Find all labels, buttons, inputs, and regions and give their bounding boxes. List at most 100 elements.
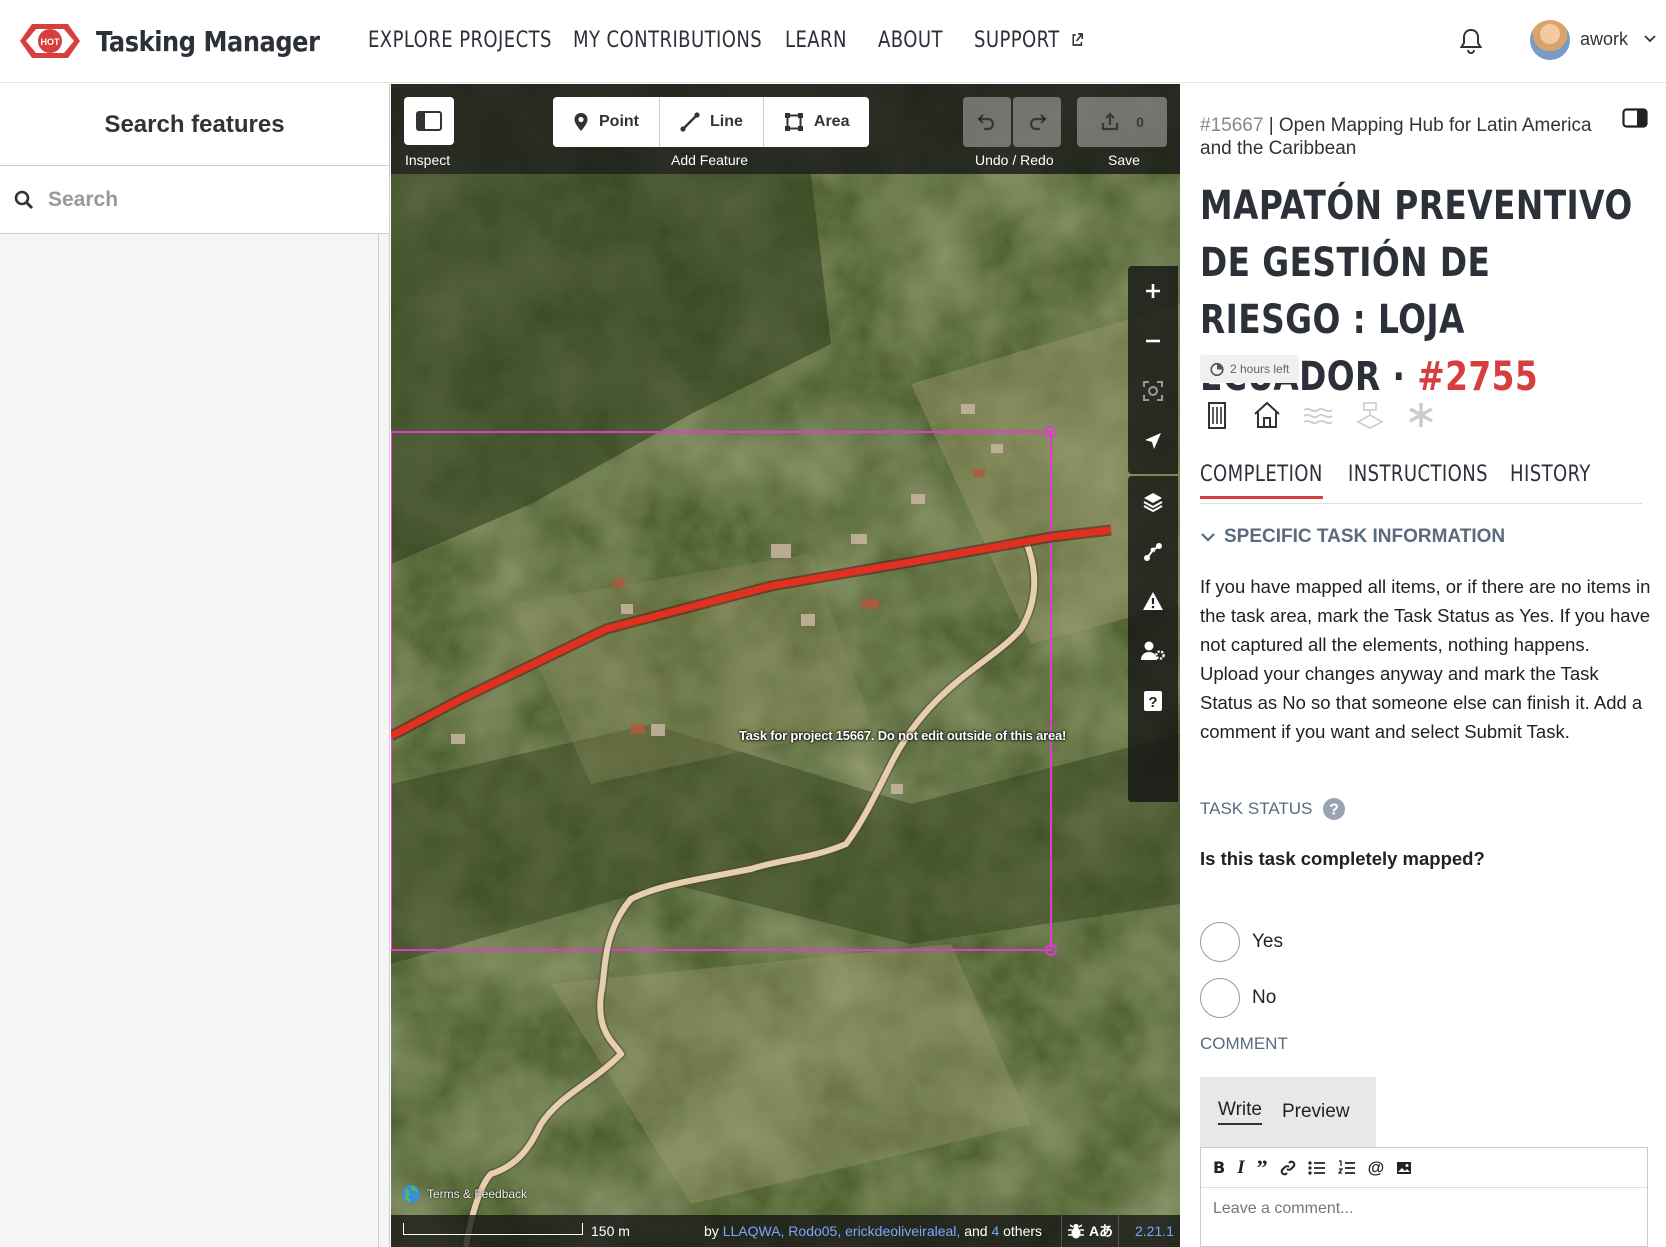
- map-data-icon: [1144, 543, 1162, 561]
- numbered-list-icon[interactable]: [1337, 1159, 1356, 1176]
- preferences-icon: [1141, 641, 1165, 660]
- comment-editor-tabs: Write Preview: [1200, 1077, 1376, 1147]
- line-label: Line: [710, 113, 743, 130]
- help-circle-icon[interactable]: ?: [1322, 797, 1346, 821]
- zoom-in-button[interactable]: [1128, 266, 1178, 316]
- add-line-button[interactable]: Line: [660, 97, 764, 147]
- tab-write[interactable]: Write: [1218, 1099, 1262, 1125]
- mapping-types: [1202, 400, 1436, 430]
- landuse-icon: [1356, 402, 1384, 429]
- background-layers-button[interactable]: [1128, 476, 1178, 528]
- undo-icon: [977, 114, 995, 131]
- zoom-to-selection-button[interactable]: [1128, 366, 1178, 416]
- scale-label: 150 m: [591, 1223, 630, 1239]
- task-status-label: TASK STATUS: [1200, 799, 1313, 818]
- save-button[interactable]: 0: [1077, 97, 1167, 147]
- terms-feedback-link[interactable]: Terms & Feedback: [401, 1184, 527, 1204]
- option-no[interactable]: No: [1200, 978, 1276, 1018]
- search-icon: [14, 190, 34, 209]
- option-yes-label: Yes: [1252, 931, 1283, 952]
- map-editor[interactable]: Inspect Point Line Area Add Feature Undo…: [391, 84, 1180, 1247]
- tab-history[interactable]: HISTORY: [1510, 462, 1591, 487]
- option-no-label: No: [1252, 987, 1277, 1008]
- help-button[interactable]: ?: [1128, 676, 1178, 726]
- link-icon[interactable]: [1280, 1160, 1296, 1176]
- hot-logo-icon: HOT: [18, 20, 82, 62]
- radio-no[interactable]: [1200, 978, 1240, 1018]
- specific-info-toggle[interactable]: SPECIFIC TASK INFORMATION: [1200, 526, 1505, 548]
- project-id-link[interactable]: #15667: [1200, 115, 1263, 136]
- attribution-others-count[interactable]: 4: [991, 1223, 999, 1239]
- comment-input[interactable]: [1213, 1200, 1633, 1218]
- option-yes[interactable]: Yes: [1200, 922, 1283, 962]
- terms-label: Terms & Feedback: [427, 1187, 528, 1201]
- waterways-icon: [1303, 407, 1333, 425]
- upload-icon: [1101, 112, 1119, 131]
- bullet-list-icon[interactable]: [1308, 1160, 1326, 1176]
- add-point-button[interactable]: Point: [553, 97, 660, 147]
- attribution-middle: and: [964, 1223, 988, 1239]
- satellite-imagery[interactable]: [391, 84, 1180, 1247]
- redo-button[interactable]: [1013, 97, 1061, 147]
- username[interactable]: awork: [1580, 29, 1628, 50]
- map-data-button[interactable]: [1128, 528, 1178, 576]
- zoom-to-selection-icon: [1143, 381, 1163, 401]
- inspect-toggle-button[interactable]: [404, 97, 454, 145]
- preferences-button[interactable]: [1128, 626, 1178, 676]
- undo-button[interactable]: [963, 97, 1011, 147]
- task-area-warning: Task for project 15667. Do not edit outs…: [739, 728, 1067, 743]
- nav-about[interactable]: ABOUT: [878, 28, 943, 53]
- nav-learn[interactable]: LEARN: [785, 28, 847, 53]
- footer-tools: Aあ: [1061, 1215, 1119, 1247]
- issues-button[interactable]: [1128, 576, 1178, 626]
- svg-text:?: ?: [1330, 802, 1340, 819]
- editor-version[interactable]: 2.21.1: [1135, 1223, 1174, 1239]
- zoom-out-button[interactable]: [1128, 316, 1178, 366]
- area-label: Area: [813, 113, 850, 130]
- locale-button[interactable]: Aあ: [1089, 1221, 1113, 1241]
- map-panel-controls: ?: [1128, 476, 1178, 802]
- radio-yes[interactable]: [1200, 922, 1240, 962]
- add-area-button[interactable]: Area: [764, 97, 870, 147]
- svg-text:?: ?: [1148, 694, 1157, 711]
- tab-completion[interactable]: COMPLETION: [1200, 462, 1323, 499]
- search-results-list: [0, 234, 379, 1247]
- nav-my-contributions[interactable]: MY CONTRIBUTIONS: [573, 28, 762, 53]
- image-icon[interactable]: [1396, 1161, 1412, 1175]
- tab-instructions[interactable]: INSTRUCTIONS: [1348, 462, 1488, 487]
- chevron-down-icon[interactable]: [1643, 32, 1657, 46]
- attribution-users[interactable]: LLAQWA, Rodo05, erickdeoliveiraleal,: [723, 1223, 961, 1239]
- tab-preview[interactable]: Preview: [1282, 1101, 1350, 1123]
- issues-icon: [1143, 592, 1163, 610]
- redo-icon: [1029, 114, 1047, 131]
- scale-bar: [403, 1223, 583, 1235]
- edit-count: 0: [1136, 114, 1144, 130]
- globe-icon: [402, 1185, 420, 1203]
- bug-icon[interactable]: [1067, 1222, 1085, 1240]
- zoom-in-icon: [1146, 284, 1160, 298]
- geolocate-button[interactable]: [1128, 416, 1178, 466]
- task-status-heading: TASK STATUS ?: [1200, 797, 1346, 821]
- avatar[interactable]: [1530, 20, 1570, 60]
- add-feature-label: Add Feature: [671, 152, 749, 168]
- search-input[interactable]: [48, 187, 348, 212]
- bell-icon[interactable]: [1458, 27, 1484, 55]
- feature-search-panel: Search features: [0, 84, 390, 1247]
- nav-explore-projects[interactable]: EXPLORE PROJECTS: [368, 28, 552, 53]
- line-icon: [680, 112, 700, 132]
- nav-support[interactable]: SUPPORT: [974, 28, 1084, 53]
- chevron-down-icon: [1201, 533, 1215, 542]
- nav-support-label: SUPPORT: [974, 28, 1060, 53]
- italic-button[interactable]: I: [1237, 1157, 1244, 1179]
- bold-button[interactable]: B: [1213, 1158, 1225, 1177]
- contributors-attribution: by LLAQWA, Rodo05, erickdeoliveiraleal, …: [704, 1223, 1042, 1239]
- app-logo[interactable]: HOT Tasking Manager: [18, 20, 356, 62]
- panel-collapse-icon[interactable]: [1622, 108, 1648, 128]
- mention-button[interactable]: @: [1368, 1158, 1385, 1178]
- comment-label: COMMENT: [1200, 1034, 1288, 1053]
- inspect-label: Inspect: [405, 152, 451, 168]
- logo-badge-text: HOT: [41, 37, 61, 47]
- area-icon: [784, 113, 803, 131]
- top-navigation: HOT Tasking Manager EXPLORE PROJECTS MY …: [0, 0, 1666, 83]
- quote-button[interactable]: ”: [1257, 1156, 1268, 1178]
